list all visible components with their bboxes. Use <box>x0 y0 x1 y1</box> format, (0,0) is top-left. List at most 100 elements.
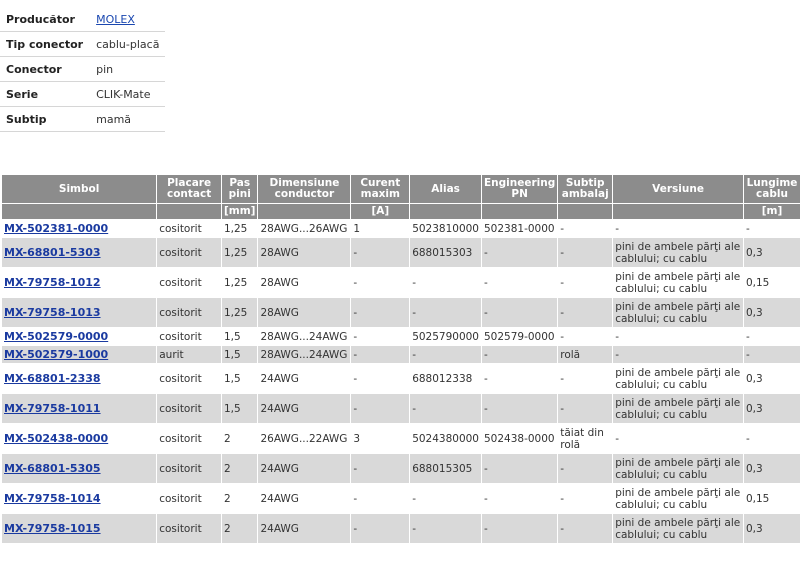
table-cell: - <box>351 484 410 513</box>
column-unit: [m] <box>743 204 800 219</box>
info-row: Conector pin <box>0 56 166 82</box>
table-row: MX-68801-5303 cositorit 1,25 28AWG -68801530… <box>2 238 800 267</box>
table-cell: - <box>351 394 410 423</box>
table-cell: - <box>558 394 613 423</box>
table-cell: 2 <box>221 454 258 483</box>
table-cell: - <box>558 484 613 513</box>
column-unit <box>558 204 613 219</box>
info-value: mamă <box>89 106 166 132</box>
table-cell: cositorit <box>157 268 221 297</box>
table-row: MX-502438-0000 cositorit 2 26AWG...22AWG 3 50… <box>2 424 800 453</box>
product-symbol-link[interactable]: MX-68801-5303 <box>4 246 101 259</box>
info-value: pin <box>89 56 166 82</box>
table-cell: pini de ambele părţi ale cablului; cu ca… <box>613 394 743 423</box>
symbol-cell: MX-79758-1014 <box>2 484 157 513</box>
table-cell: - <box>558 454 613 483</box>
table-cell: 1,25 <box>221 220 258 237</box>
table-row: MX-502381-0000 cositorit 1,25 28AWG...26AWG… <box>2 220 800 237</box>
table-cell: 502381-0000 <box>482 220 558 237</box>
table-row: MX-68801-2338 cositorit 1,5 24AWG -688012338… <box>2 364 800 393</box>
product-symbol-link[interactable]: MX-79758-1014 <box>4 492 101 505</box>
table-cell: 24AWG <box>258 454 351 483</box>
info-value: CLIK-Mate <box>89 81 166 107</box>
table-cell: - <box>743 424 800 453</box>
table-cell: - <box>482 454 558 483</box>
info-label: Producător <box>0 7 90 32</box>
product-symbol-link[interactable]: MX-79758-1012 <box>4 276 101 289</box>
table-cell: 26AWG...22AWG <box>258 424 351 453</box>
table-cell: 5024380000 <box>410 424 481 453</box>
table-cell: 688012338 <box>410 364 481 393</box>
symbol-cell: MX-502438-0000 <box>2 424 157 453</box>
table-cell: - <box>410 484 481 513</box>
manufacturer-link[interactable]: MOLEX <box>96 13 135 26</box>
table-cell: - <box>351 346 410 363</box>
table-cell: cositorit <box>157 514 221 543</box>
table-row: MX-68801-5305 cositorit 2 24AWG -688015305- -… <box>2 454 800 483</box>
column-header[interactable]: Dimensiune conductor <box>258 175 351 203</box>
table-cell: - <box>351 364 410 393</box>
table-cell: aurit <box>157 346 221 363</box>
table-cell: 24AWG <box>258 364 351 393</box>
column-unit <box>410 204 481 219</box>
table-cell: - <box>558 328 613 345</box>
product-symbol-link[interactable]: MX-79758-1011 <box>4 402 101 415</box>
table-row: MX-79758-1012 cositorit 1,25 28AWG - - - - pini … <box>2 268 800 297</box>
table-cell: - <box>351 328 410 345</box>
table-cell: pini de ambele părţi ale cablului; cu ca… <box>613 298 743 327</box>
table-cell: 28AWG...26AWG <box>258 220 351 237</box>
column-header[interactable]: Versiune <box>613 175 743 203</box>
table-cell: 502438-0000 <box>482 424 558 453</box>
table-cell: - <box>558 364 613 393</box>
product-symbol-link[interactable]: MX-502438-0000 <box>4 432 108 445</box>
product-symbol-link[interactable]: MX-502579-1000 <box>4 348 108 361</box>
info-value-cell[interactable]: MOLEX <box>89 7 166 32</box>
info-row: Tip conector cablu-placă <box>0 31 166 57</box>
column-header[interactable]: Placare contact <box>157 175 221 203</box>
column-header[interactable]: Curent maxim <box>351 175 410 203</box>
table-cell: 28AWG...24AWG <box>258 346 351 363</box>
table-cell: tăiat din rolă <box>558 424 613 453</box>
info-label: Tip conector <box>0 31 90 57</box>
column-header[interactable]: Alias <box>410 175 481 203</box>
column-header[interactable]: Engineering PN <box>482 175 558 203</box>
product-symbol-link[interactable]: MX-68801-2338 <box>4 372 101 385</box>
table-cell: cositorit <box>157 424 221 453</box>
table-cell: 24AWG <box>258 514 351 543</box>
info-label: Conector <box>0 56 90 82</box>
table-cell: cositorit <box>157 328 221 345</box>
table-header-row: Simbol Placare contact Pas pini Dimensiune … <box>2 175 800 203</box>
product-symbol-link[interactable]: MX-502579-0000 <box>4 330 108 343</box>
column-header[interactable]: Simbol <box>2 175 157 203</box>
table-cell: 2 <box>221 424 258 453</box>
product-symbol-link[interactable]: MX-79758-1015 <box>4 522 101 535</box>
product-symbol-link[interactable]: MX-79758-1013 <box>4 306 101 319</box>
table-cell: 0,3 <box>743 394 800 423</box>
info-row: Subtip mamă <box>0 106 166 132</box>
product-symbol-link[interactable]: MX-502381-0000 <box>4 222 108 235</box>
table-cell: - <box>410 346 481 363</box>
table-cell: - <box>351 268 410 297</box>
table-cell: 2 <box>221 484 258 513</box>
column-unit <box>482 204 558 219</box>
symbol-cell: MX-502579-0000 <box>2 328 157 345</box>
table-cell: pini de ambele părţi ale cablului; cu ca… <box>613 484 743 513</box>
table-cell: - <box>410 514 481 543</box>
table-cell: rolă <box>558 346 613 363</box>
column-header[interactable]: Subtip ambalaj <box>558 175 613 203</box>
table-cell: 28AWG <box>258 268 351 297</box>
products-table: Simbol Placare contact Pas pini Dimensiune … <box>1 174 801 544</box>
table-cell: - <box>482 346 558 363</box>
table-cell: - <box>558 268 613 297</box>
column-header[interactable]: Lungime cablu <box>743 175 800 203</box>
table-cell: - <box>410 268 481 297</box>
table-units-row: [mm] [A] [m] <box>2 204 800 219</box>
column-header[interactable]: Pas pini <box>221 175 258 203</box>
product-symbol-link[interactable]: MX-68801-5305 <box>4 462 101 475</box>
table-cell: cositorit <box>157 220 221 237</box>
table-cell: cositorit <box>157 454 221 483</box>
table-cell: 28AWG <box>258 298 351 327</box>
table-cell: 502579-0000 <box>482 328 558 345</box>
table-cell: 688015305 <box>410 454 481 483</box>
table-cell: 0,15 <box>743 484 800 513</box>
